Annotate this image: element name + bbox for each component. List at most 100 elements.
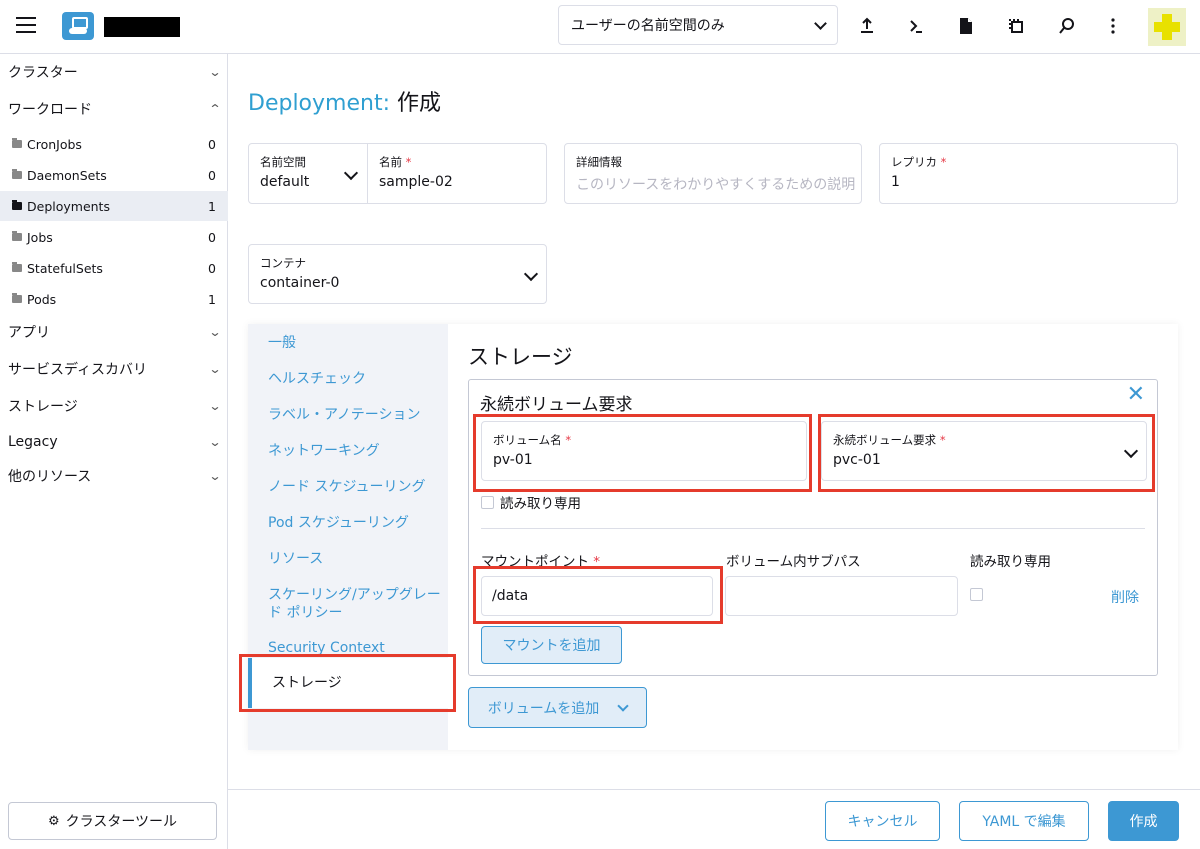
- sidebar-item-label: Pods: [27, 291, 57, 307]
- user-avatar[interactable]: [1148, 8, 1186, 46]
- sidebar-item-jobs[interactable]: Jobs 0: [0, 222, 228, 252]
- page-title: Deployment: 作成: [248, 85, 441, 117]
- chevron-down-icon: ⌄: [208, 325, 222, 339]
- create-button[interactable]: 作成: [1108, 801, 1179, 841]
- config-tabs: 一般 ヘルスチェック ラベル・アノテーション ネットワーキング ノード スケジュ…: [248, 324, 448, 750]
- rancher-logo-icon[interactable]: [62, 12, 94, 40]
- sidebar-group-cluster[interactable]: クラスター ⌄: [8, 60, 222, 84]
- sidebar-item-label: DaemonSets: [27, 167, 107, 183]
- sidebar-group-label: ストレージ: [8, 399, 78, 415]
- description-label: 詳細情報: [576, 155, 622, 169]
- sidebar-group-label: 他のリソース: [8, 469, 92, 485]
- container-config-panel: 一般 ヘルスチェック ラベル・アノテーション ネットワーキング ノード スケジュ…: [248, 324, 1178, 750]
- section-title: ストレージ: [468, 345, 573, 369]
- sidebar-item-label: Deployments: [27, 198, 110, 214]
- tab-resources[interactable]: リソース: [268, 550, 443, 568]
- sidebar-item-label: StatefulSets: [27, 260, 103, 276]
- sidebar-group-service-discovery[interactable]: サービスディスカバリ ⌄: [8, 357, 222, 381]
- name-value: sample-02: [379, 174, 453, 190]
- chevron-down-icon: [617, 699, 629, 712]
- sidebar-item-label: CronJobs: [27, 136, 82, 152]
- sidebar-group-apps[interactable]: アプリ ⌄: [8, 320, 222, 344]
- replicas-label: レプリカ *: [891, 155, 947, 169]
- readonly-checkbox-row[interactable]: 読み取り専用: [481, 492, 581, 512]
- replicas-value: 1: [891, 174, 900, 190]
- chevron-down-icon: ⌄: [208, 435, 222, 449]
- gear-icon: ⚙: [47, 813, 60, 829]
- tab-security-context[interactable]: Security Context: [268, 639, 443, 657]
- sidebar-item-count: 1: [208, 291, 216, 307]
- document-icon[interactable]: [953, 13, 979, 39]
- page-title-kind: Deployment:: [248, 91, 390, 116]
- sidebar-item-count: 1: [208, 198, 216, 214]
- pvc-value: pvc-01: [833, 452, 881, 468]
- sidebar-item-count: 0: [208, 167, 216, 183]
- volume-name-input[interactable]: ボリューム名 * pv-01: [481, 421, 807, 481]
- sidebar: クラスター ⌄ ワークロード ⌃ CronJobs 0 DaemonSets 0…: [0, 54, 228, 849]
- search-icon[interactable]: [1054, 13, 1080, 39]
- tab-networking[interactable]: ネットワーキング: [268, 442, 443, 460]
- namespace-value: default: [260, 174, 310, 190]
- sidebar-group-legacy[interactable]: Legacy ⌄: [8, 430, 222, 454]
- sidebar-group-label: サービスディスカバリ: [8, 362, 148, 378]
- tab-scaling-upgrade-policy[interactable]: スケーリング/アップグレード ポリシー: [268, 586, 443, 622]
- cancel-button[interactable]: キャンセル: [825, 801, 940, 841]
- pvc-card-title: 永続ボリューム要求: [480, 395, 633, 415]
- sidebar-item-deployments[interactable]: Deployments 1: [0, 191, 228, 221]
- sidebar-item-statefulsets[interactable]: StatefulSets 0: [0, 253, 228, 283]
- replicas-input[interactable]: レプリカ * 1: [879, 143, 1178, 204]
- sidebar-item-cronjobs[interactable]: CronJobs 0: [0, 129, 228, 159]
- edit-yaml-button[interactable]: YAML で編集: [959, 801, 1089, 841]
- add-volume-button[interactable]: ボリュームを追加: [468, 687, 647, 728]
- chevron-down-icon: ⌄: [208, 469, 222, 483]
- folder-icon: [12, 169, 22, 179]
- tab-node-scheduling[interactable]: ノード スケジューリング: [268, 478, 443, 496]
- form-footer: キャンセル YAML で編集 作成: [228, 789, 1200, 849]
- subpath-input[interactable]: [725, 576, 958, 616]
- sidebar-item-pods[interactable]: Pods 1: [0, 284, 228, 314]
- upload-icon[interactable]: [854, 13, 880, 39]
- readonly-label: 読み取り専用: [500, 496, 581, 512]
- sidebar-group-label: ワークロード: [8, 102, 92, 118]
- chevron-down-icon: [523, 266, 539, 282]
- sidebar-group-workload[interactable]: ワークロード ⌃: [8, 97, 222, 121]
- sidebar-group-other-resources[interactable]: 他のリソース ⌄: [8, 464, 222, 488]
- namespace-label: 名前空間: [260, 155, 306, 169]
- description-input[interactable]: 詳細情報 このリソースをわかりやすくするための説明: [564, 143, 862, 204]
- sidebar-group-label: Legacy: [8, 434, 58, 450]
- copy-icon[interactable]: [1003, 13, 1029, 39]
- mount-readonly-checkbox[interactable]: [970, 588, 983, 601]
- name-input[interactable]: 名前 * sample-02: [368, 144, 546, 203]
- terminal-icon[interactable]: [903, 13, 929, 39]
- top-header: ユーザーの名前空間のみ: [0, 0, 1200, 54]
- tab-storage[interactable]: ストレージ: [248, 658, 448, 708]
- folder-icon: [12, 200, 22, 210]
- sidebar-group-storage[interactable]: ストレージ ⌄: [8, 394, 222, 418]
- add-mount-button[interactable]: マウントを追加: [481, 626, 622, 664]
- tab-general[interactable]: 一般: [268, 334, 443, 352]
- delete-mount-link[interactable]: 削除: [1111, 587, 1139, 607]
- name-label: 名前 *: [379, 155, 412, 169]
- folder-icon: [12, 262, 22, 272]
- sidebar-item-daemonsets[interactable]: DaemonSets 0: [0, 160, 228, 190]
- close-icon[interactable]: ✕: [1127, 382, 1145, 407]
- pvc-select[interactable]: 永続ボリューム要求 * pvc-01: [821, 421, 1147, 481]
- more-vertical-icon[interactable]: [1100, 13, 1126, 39]
- cluster-tools-button[interactable]: ⚙ クラスターツール: [8, 802, 217, 840]
- menu-icon[interactable]: [16, 17, 36, 33]
- tab-health-check[interactable]: ヘルスチェック: [268, 370, 443, 388]
- chevron-down-icon: ⌄: [208, 362, 222, 376]
- mount-point-input[interactable]: /data: [481, 576, 713, 616]
- namespace-select[interactable]: 名前空間 default: [249, 144, 368, 203]
- readonly-checkbox[interactable]: [481, 495, 494, 509]
- chevron-down-icon: ⌄: [208, 399, 222, 413]
- tab-labels-annotations[interactable]: ラベル・アノテーション: [268, 406, 443, 424]
- add-mount-label: マウントを追加: [502, 638, 601, 654]
- namespace-filter-select[interactable]: ユーザーの名前空間のみ: [558, 5, 838, 45]
- namespace-filter-label: ユーザーの名前空間のみ: [571, 18, 725, 34]
- namespace-name-group: 名前空間 default 名前 * sample-02: [248, 143, 547, 204]
- chevron-up-icon: ⌃: [208, 102, 222, 116]
- sidebar-item-count: 0: [208, 136, 216, 152]
- container-select[interactable]: コンテナ container-0: [248, 244, 547, 304]
- tab-pod-scheduling[interactable]: Pod スケジューリング: [268, 514, 443, 532]
